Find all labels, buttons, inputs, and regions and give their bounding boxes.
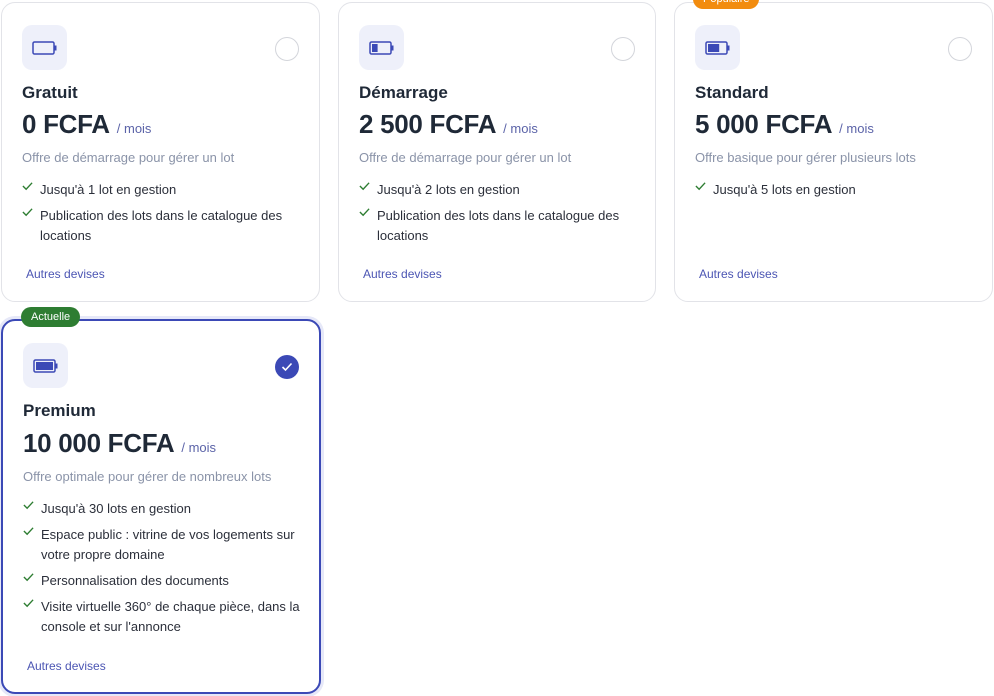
feature-item: Espace public : vitrine de vos logements… [23,525,305,565]
battery-low-icon [359,25,404,70]
other-currencies-link[interactable]: Autres devises [27,659,106,673]
feature-list: Jusqu'à 5 lots en gestion [695,180,978,206]
other-currencies-link[interactable]: Autres devises [363,267,442,281]
plan-card-demarrage[interactable]: Démarrage 2 500 FCFA / mois Offre de dém… [338,2,656,302]
feature-item: Jusqu'à 5 lots en gestion [695,180,978,200]
plan-price: 5 000 FCFA [695,109,833,139]
feature-list: Jusqu'à 30 lots en gestion Espace public… [23,499,305,643]
plan-price: 0 FCFA [22,109,110,139]
price-row: 2 500 FCFA / mois [359,109,538,140]
feature-item: Jusqu'à 30 lots en gestion [23,499,305,519]
plan-name: Démarrage [359,83,448,102]
check-icon [695,182,706,191]
other-currencies-link[interactable]: Autres devises [26,267,105,281]
price-row: 0 FCFA / mois [22,109,151,140]
plan-description: Offre basique pour gérer plusieurs lots [695,150,916,165]
feature-text: Publication des lots dans le catalogue d… [40,208,283,243]
plan-radio-gratuit[interactable] [275,37,299,61]
battery-empty-icon [22,25,67,70]
feature-item: Personnalisation des documents [23,571,305,591]
plan-name: Standard [695,83,769,102]
price-period: / mois [503,121,538,136]
check-icon [23,573,34,582]
price-row: 5 000 FCFA / mois [695,109,874,140]
feature-item: Visite virtuelle 360° de chaque pièce, d… [23,597,305,637]
feature-text: Jusqu'à 30 lots en gestion [41,501,191,516]
check-icon [22,182,33,191]
plan-description: Offre de démarrage pour gérer un lot [359,150,572,165]
feature-text: Jusqu'à 5 lots en gestion [713,182,856,197]
feature-item: Publication des lots dans le catalogue d… [359,206,641,246]
feature-text: Jusqu'à 2 lots en gestion [377,182,520,197]
popular-badge: Populaire [693,0,760,9]
plan-card-gratuit[interactable]: Gratuit 0 FCFA / mois Offre de démarrage… [1,2,320,302]
check-icon [22,208,33,217]
feature-list: Jusqu'à 2 lots en gestion Publication de… [359,180,641,252]
plan-price: 2 500 FCFA [359,109,497,139]
feature-list: Jusqu'à 1 lot en gestion Publication des… [22,180,305,252]
feature-item: Jusqu'à 2 lots en gestion [359,180,641,200]
plan-description: Offre optimale pour gérer de nombreux lo… [23,469,272,484]
plan-name: Premium [23,401,96,420]
check-icon [23,527,34,536]
plan-radio-standard[interactable] [948,37,972,61]
feature-text: Espace public : vitrine de vos logements… [41,527,295,562]
checkmark-icon [281,362,293,372]
feature-text: Visite virtuelle 360° de chaque pièce, d… [41,599,300,634]
price-period: / mois [116,121,152,136]
plan-price: 10 000 FCFA [23,428,175,458]
check-icon [359,182,370,191]
price-period: / mois [181,440,217,455]
battery-medium-icon [695,25,740,70]
other-currencies-link[interactable]: Autres devises [699,267,778,281]
plan-description: Offre de démarrage pour gérer un lot [22,150,235,165]
plan-radio-demarrage[interactable] [611,37,635,61]
price-period: / mois [839,121,874,136]
check-icon [23,501,34,510]
check-icon [23,599,34,608]
price-row: 10 000 FCFA / mois [23,428,216,459]
plan-name: Gratuit [22,83,78,102]
plan-card-standard[interactable]: Populaire Standard 5 000 FCFA / mois Off… [674,0,993,302]
current-badge: Actuelle [21,307,81,327]
feature-item: Jusqu'à 1 lot en gestion [22,180,305,200]
plan-radio-premium[interactable] [275,355,299,379]
check-icon [359,208,370,217]
feature-text: Publication des lots dans le catalogue d… [377,208,620,243]
feature-item: Publication des lots dans le catalogue d… [22,206,305,246]
plan-card-premium[interactable]: Actuelle Premium 10 000 FCFA / mois Offr… [1,307,321,694]
battery-full-icon [23,343,68,388]
feature-text: Jusqu'à 1 lot en gestion [40,182,177,197]
feature-text: Personnalisation des documents [41,573,229,588]
